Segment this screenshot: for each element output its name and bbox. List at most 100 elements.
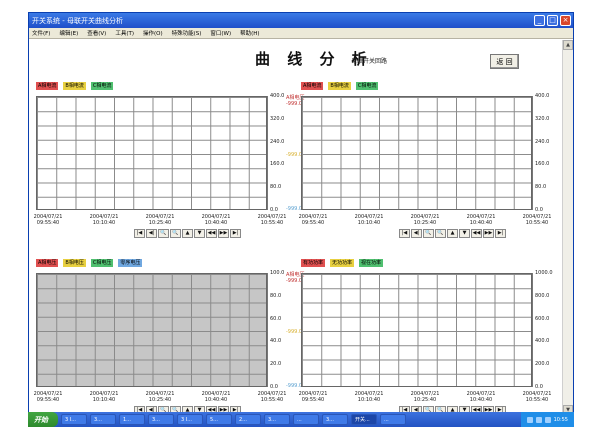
menu-operate[interactable]: 操作(O): [143, 29, 163, 37]
y-tick-label: 80.0: [270, 292, 282, 299]
x-tick-time: 09:55:40: [301, 220, 325, 226]
network-icon[interactable]: [526, 416, 533, 423]
up-icon[interactable]: ▲: [447, 229, 458, 238]
close-button[interactable]: ×: [560, 15, 571, 26]
vertical-scrollbar[interactable]: ▲ ▼: [562, 40, 573, 413]
menu-file[interactable]: 文件(F): [32, 29, 50, 37]
legend-item[interactable]: B相电压: [63, 259, 86, 267]
plot-area[interactable]: [301, 273, 532, 387]
app-window: 开关系统 - 母联开关曲线分析 _ □ × 文件(F) 编辑(E) 查看(V) …: [28, 12, 574, 414]
y-axis-line: [267, 273, 268, 387]
first-icon[interactable]: |◀: [134, 229, 145, 238]
axis-side-label: -999.0: [286, 383, 303, 389]
taskbar-item[interactable]: ...: [380, 414, 406, 425]
x-tick-time: 10:55:40: [525, 220, 549, 226]
volume-icon[interactable]: [535, 416, 542, 423]
x-tick-label: 2004/07/21 09:55:40: [293, 391, 333, 403]
legend-item[interactable]: 视在功率: [359, 259, 384, 267]
plot-area[interactable]: [301, 96, 532, 210]
chart-panel: A相电流 B相电流 C相电流 400.0 320.0 240.0 160.0 80.0 0.0 A…: [34, 82, 304, 242]
x-tick-time: 10:10:40: [92, 397, 116, 403]
legend-item[interactable]: 无功功率: [330, 259, 355, 267]
up-icon[interactable]: ▲: [182, 229, 193, 238]
menu-bar: 文件(F) 编辑(E) 查看(V) 工具(T) 操作(O) 特殊功能(S) 窗口…: [29, 28, 573, 39]
x-tick-label: 2004/07/21 10:25:40: [405, 391, 445, 403]
menu-view[interactable]: 查看(V): [87, 29, 106, 37]
minimize-button[interactable]: _: [534, 15, 545, 26]
rewind-icon[interactable]: ◀◀: [471, 229, 482, 238]
y-tick-label: 1000.0: [535, 270, 553, 276]
taskbar-item[interactable]: 2...: [235, 414, 261, 425]
x-tick-label: 2004/07/21 09:55:40: [29, 391, 68, 403]
x-tick-time: 10:25:40: [148, 220, 172, 226]
zoom-in-icon[interactable]: 🔍: [170, 229, 181, 238]
start-button[interactable]: 开始: [28, 412, 58, 427]
taskbar-item[interactable]: 3...: [322, 414, 348, 425]
plot-area[interactable]: [36, 96, 267, 210]
taskbar-item[interactable]: ...: [293, 414, 319, 425]
taskbar-item[interactable]: 3...: [148, 414, 174, 425]
legend-item[interactable]: 有功功率: [301, 259, 326, 267]
legend-item[interactable]: C相电流: [355, 82, 379, 90]
y-tick-label: 0.0: [270, 207, 278, 213]
axis-side-label: -999.0: [286, 152, 303, 158]
y-tick-label: 40.0: [270, 338, 282, 345]
plot-area[interactable]: [36, 273, 267, 387]
legend-item[interactable]: C相电压: [90, 259, 114, 267]
first-icon[interactable]: |◀: [399, 229, 410, 238]
y-axis-line: [267, 96, 268, 210]
legend-item[interactable]: A相电流: [36, 82, 59, 90]
y-axis-line: [532, 96, 533, 210]
scroll-up-icon[interactable]: ▲: [563, 40, 573, 50]
legend-item[interactable]: B相电流: [63, 82, 86, 90]
taskbar-item[interactable]: 5...: [206, 414, 232, 425]
forward-icon[interactable]: ▶▶: [218, 229, 229, 238]
chart-toolbar: |◀ ◀| 🔍 🔍 ▲ ▼ ◀◀ ▶▶ ▶|: [134, 229, 241, 238]
taskbar-item[interactable]: 3 I...: [177, 414, 203, 425]
legend-item[interactable]: C相电流: [90, 82, 114, 90]
menu-window[interactable]: 窗口(W): [210, 29, 231, 37]
title-bar[interactable]: 开关系统 - 母联开关曲线分析 _ □ ×: [29, 13, 573, 28]
x-tick-time: 09:55:40: [36, 397, 60, 403]
menu-tools[interactable]: 工具(T): [115, 29, 134, 37]
maximize-button[interactable]: □: [547, 15, 558, 26]
y-tick-label: 160.0: [270, 161, 285, 168]
y-tick-label: 80.0: [535, 184, 547, 191]
forward-icon[interactable]: ▶▶: [483, 229, 494, 238]
prev-page-icon[interactable]: ◀|: [411, 229, 422, 238]
last-icon[interactable]: ▶|: [495, 229, 506, 238]
x-tick-time: 09:55:40: [36, 220, 60, 226]
x-tick-label: 2004/07/21 10:25:40: [140, 391, 180, 403]
menu-special[interactable]: 特殊功能(S): [172, 29, 202, 37]
taskbar-item[interactable]: 1...: [119, 414, 145, 425]
menu-help[interactable]: 帮助(H): [240, 29, 259, 37]
back-button[interactable]: 返 回: [490, 54, 519, 69]
zoom-out-icon[interactable]: 🔍: [158, 229, 169, 238]
x-tick-label: 2004/07/21 10:25:40: [405, 214, 445, 226]
prev-page-icon[interactable]: ◀|: [146, 229, 157, 238]
x-tick-time: 10:40:40: [469, 397, 493, 403]
zoom-out-icon[interactable]: 🔍: [423, 229, 434, 238]
taskbar-item[interactable]: 3...: [90, 414, 116, 425]
x-tick-time: 10:25:40: [413, 397, 437, 403]
x-tick-label: 2004/07/21 10:55:40: [252, 391, 292, 403]
zoom-in-icon[interactable]: 🔍: [435, 229, 446, 238]
ime-icon[interactable]: [544, 416, 551, 423]
taskbar-item[interactable]: 3 I...: [61, 414, 87, 425]
legend: A相电流 B相电流 C相电流: [36, 82, 114, 90]
down-icon[interactable]: ▼: [459, 229, 470, 238]
taskbar-item[interactable]: 3...: [264, 414, 290, 425]
taskbar-item[interactable]: 开关...: [351, 414, 377, 425]
rewind-icon[interactable]: ◀◀: [206, 229, 217, 238]
down-icon[interactable]: ▼: [194, 229, 205, 238]
legend-item[interactable]: A相电流: [301, 82, 324, 90]
x-tick-label: 2004/07/21 10:25:40: [140, 214, 180, 226]
legend-item[interactable]: A相电压: [36, 259, 59, 267]
menu-edit[interactable]: 编辑(E): [59, 29, 78, 37]
system-tray: 10:55: [520, 412, 574, 427]
legend-item[interactable]: B相电流: [328, 82, 351, 90]
legend-item[interactable]: 零序电压: [118, 259, 143, 267]
y-tick-label: 60.0: [270, 315, 282, 322]
y-tick-label: 80.0: [270, 184, 282, 191]
last-icon[interactable]: ▶|: [230, 229, 241, 238]
